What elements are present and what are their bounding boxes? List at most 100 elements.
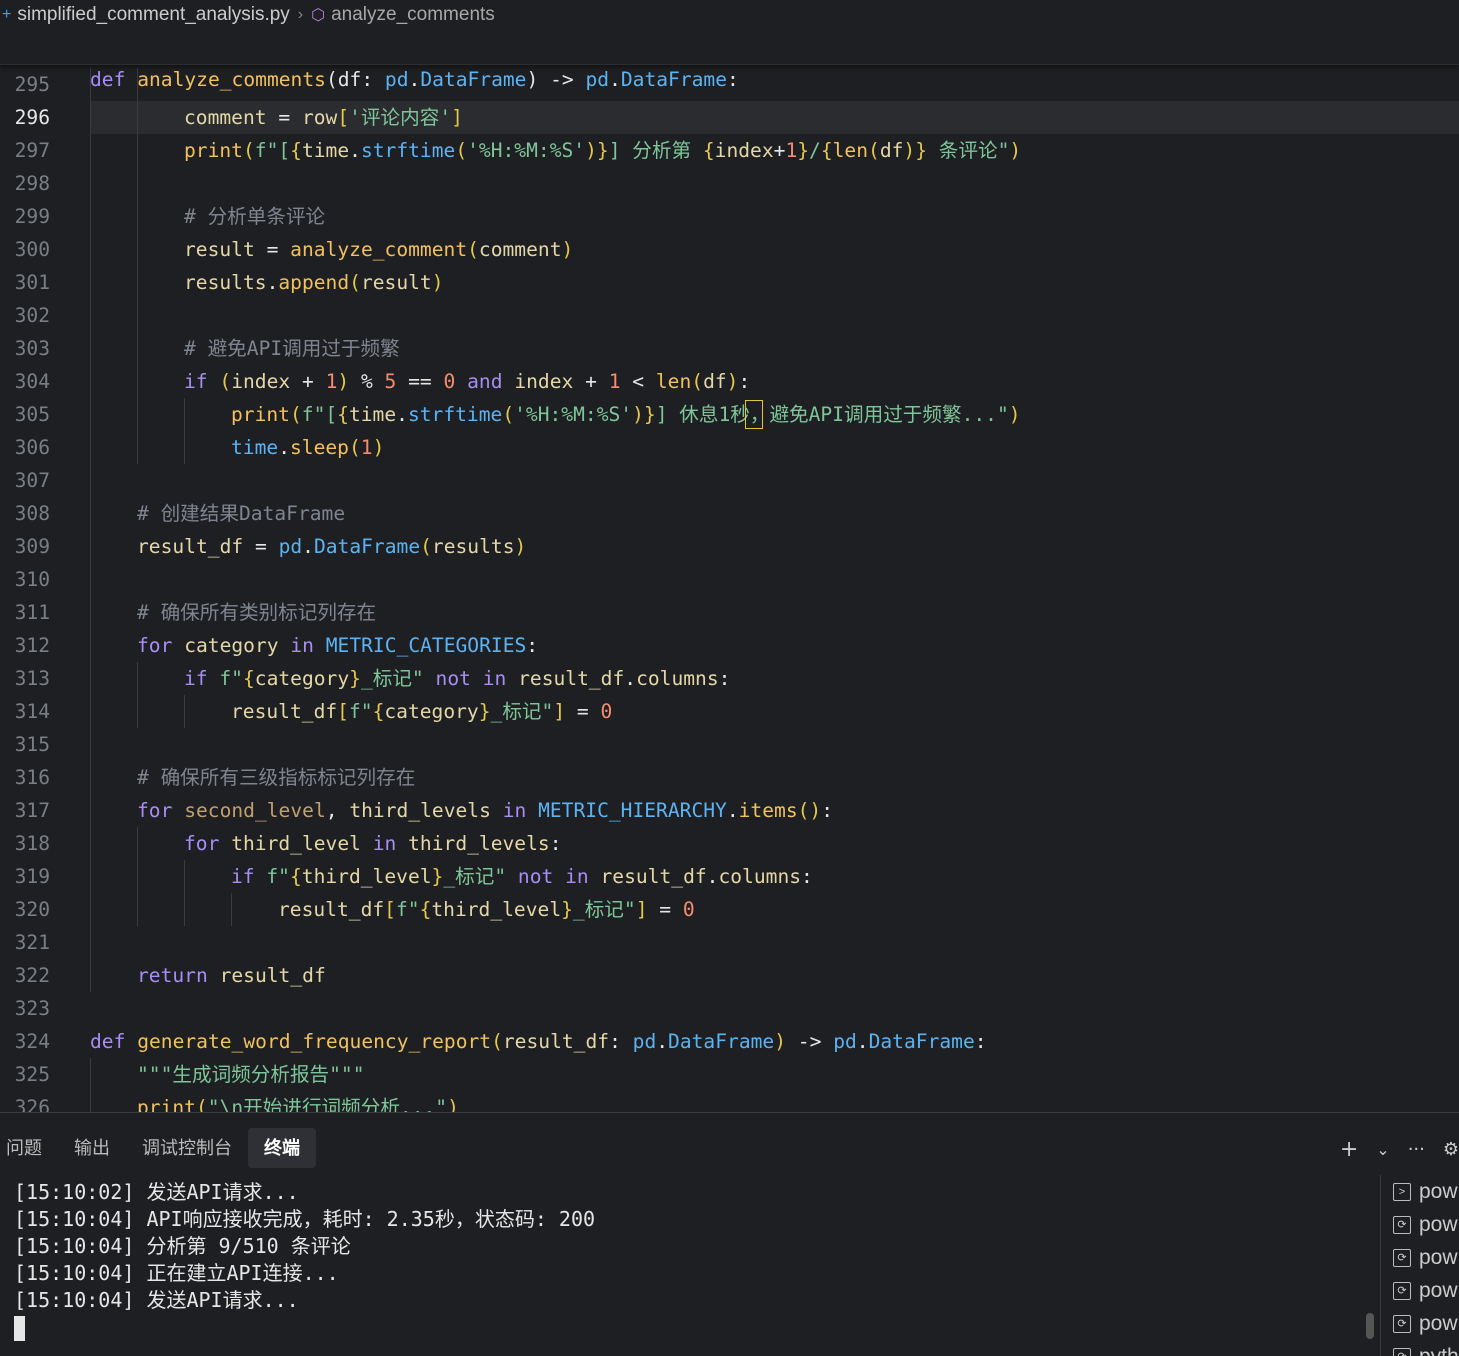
terminal-scrollbar[interactable] xyxy=(1366,1313,1374,1339)
code-line[interactable]: 312for category in METRIC_CATEGORIES: xyxy=(0,629,1459,662)
line-number[interactable]: 323 xyxy=(0,992,50,1025)
line-number[interactable]: 303 xyxy=(0,332,50,365)
code-line[interactable]: 316# 确保所有三级指标标记列存在 xyxy=(0,761,1459,794)
chevron-down-icon[interactable]: ⌄ xyxy=(1376,1140,1389,1159)
line-number[interactable]: 319 xyxy=(0,860,50,893)
line-number[interactable]: 322 xyxy=(0,959,50,992)
code-token: : xyxy=(801,865,813,888)
code-line[interactable]: 300result = analyze_comment(comment) xyxy=(0,233,1459,266)
code-line[interactable]: 304if (index + 1) % 5 == 0 and index + 1… xyxy=(0,365,1459,398)
terminal-list-item[interactable]: ⟳pyth xyxy=(1381,1340,1459,1356)
terminal-list-item[interactable]: >pow xyxy=(1381,1175,1459,1208)
code-line[interactable]: 303# 避免API调用过于频繁 xyxy=(0,332,1459,365)
code-line[interactable]: 322return result_df xyxy=(0,959,1459,992)
line-number[interactable]: 311 xyxy=(0,596,50,629)
sticky-sig: (df: xyxy=(326,68,385,91)
line-number[interactable]: 307 xyxy=(0,464,50,497)
terminal-output[interactable]: [15:10:02] 发送API请求...[15:10:04] API响应接收完… xyxy=(14,1179,1364,1341)
code-line[interactable]: 301 results.append(result) xyxy=(0,266,1459,299)
code-line[interactable]: 313if f"{category}_标记" not in result_df.… xyxy=(0,662,1459,695)
line-number[interactable]: 321 xyxy=(0,926,50,959)
code-line[interactable]: 323 xyxy=(0,992,1459,1025)
panel-tab[interactable]: 问题 xyxy=(0,1128,58,1168)
code-token: : xyxy=(738,370,750,393)
code-line[interactable]: 320result_df[f"{third_level}_标记"] = 0 xyxy=(0,893,1459,926)
sticky-sig: pd xyxy=(585,68,609,91)
terminal-list-item[interactable]: ⟳pow xyxy=(1381,1307,1459,1340)
line-number[interactable]: 325 xyxy=(0,1058,50,1091)
sticky-scroll-header[interactable]: def analyze_comments(df: pd.DataFrame) -… xyxy=(0,30,1459,65)
code-line[interactable]: 305print(f"[{time.strftime('%H:%M:%S')}]… xyxy=(0,398,1459,431)
code-line[interactable]: 310 xyxy=(0,563,1459,596)
breadcrumb-symbol[interactable]: analyze_comments xyxy=(331,4,495,26)
panel-tab[interactable]: 终端 xyxy=(248,1128,316,1168)
more-icon[interactable]: ··· xyxy=(1408,1139,1425,1160)
line-number[interactable]: 316 xyxy=(0,761,50,794)
line-number[interactable]: 301 xyxy=(0,266,50,299)
line-number[interactable]: 309 xyxy=(0,530,50,563)
sticky-sig: : xyxy=(727,68,739,91)
terminal-python-icon: ⟳ xyxy=(1393,1249,1411,1267)
panel-tab[interactable]: 输出 xyxy=(58,1128,126,1168)
add-terminal-icon[interactable]: + xyxy=(1340,1137,1358,1162)
code-line[interactable]: 325"""生成词频分析报告""" xyxy=(0,1058,1459,1091)
code-line[interactable]: 308# 创建结果DataFrame xyxy=(0,497,1459,530)
code-line[interactable]: 319if f"{third_level}_标记" not in result_… xyxy=(0,860,1459,893)
code-line[interactable]: 302 xyxy=(0,299,1459,332)
line-number[interactable]: 302 xyxy=(0,299,50,332)
code-token: . xyxy=(656,1030,668,1053)
line-number[interactable]: 297 xyxy=(0,134,50,167)
code-line[interactable]: 321 xyxy=(0,926,1459,959)
code-editor[interactable]: 295296comment = row['评论内容']297print(f"[{… xyxy=(0,64,1459,1112)
line-number[interactable]: 313 xyxy=(0,662,50,695)
line-number[interactable]: 310 xyxy=(0,563,50,596)
code-line[interactable]: 315 xyxy=(0,728,1459,761)
code-token: if xyxy=(231,865,255,888)
code-line[interactable]: 311# 确保所有类别标记列存在 xyxy=(0,596,1459,629)
line-number[interactable]: 326 xyxy=(0,1091,50,1112)
line-number[interactable]: 320 xyxy=(0,893,50,926)
indent-guide xyxy=(90,860,91,893)
code-line[interactable]: 318for third_level in third_levels: xyxy=(0,827,1459,860)
breadcrumb-file[interactable]: simplified_comment_analysis.py xyxy=(17,4,289,26)
code-token: time xyxy=(302,139,349,162)
code-token: result_df xyxy=(220,964,326,987)
code-text: results.append(result) xyxy=(184,266,444,299)
code-line[interactable]: 299# 分析单条评论 xyxy=(0,200,1459,233)
code-line[interactable]: 317for second_level, third_levels in MET… xyxy=(0,794,1459,827)
terminal-list-item[interactable]: ⟳pow xyxy=(1381,1241,1459,1274)
line-number[interactable]: 317 xyxy=(0,794,50,827)
line-number[interactable]: 299 xyxy=(0,200,50,233)
code-text: print(f"[{time.strftime('%H:%M:%S')}] 分析… xyxy=(184,134,1021,167)
code-token: { xyxy=(821,139,833,162)
code-line[interactable]: 324def generate_word_frequency_report(re… xyxy=(0,1025,1459,1058)
code-line[interactable]: 307 xyxy=(0,464,1459,497)
code-line[interactable]: 326print("\n开始进行词频分析...") xyxy=(0,1091,1459,1112)
line-number[interactable]: 305 xyxy=(0,398,50,431)
code-token: ) xyxy=(562,238,574,261)
code-token: result_df xyxy=(503,1030,609,1053)
settings-icon[interactable]: ⚙ xyxy=(1443,1139,1459,1160)
line-number[interactable]: 318 xyxy=(0,827,50,860)
code-line[interactable]: 296comment = row['评论内容'] xyxy=(0,101,1459,134)
code-token: in xyxy=(503,799,527,822)
code-line[interactable]: 306time.sleep(1) xyxy=(0,431,1459,464)
terminal-list-item[interactable]: ⟳pow xyxy=(1381,1208,1459,1241)
line-number[interactable]: 312 xyxy=(0,629,50,662)
line-number[interactable]: 314 xyxy=(0,695,50,728)
terminal-list-item[interactable]: ⟳pow xyxy=(1381,1274,1459,1307)
line-number[interactable]: 298 xyxy=(0,167,50,200)
code-token: . xyxy=(267,271,279,294)
line-number[interactable]: 315 xyxy=(0,728,50,761)
panel-tab[interactable]: 调试控制台 xyxy=(126,1128,248,1168)
code-line[interactable]: 297print(f"[{time.strftime('%H:%M:%S')}]… xyxy=(0,134,1459,167)
code-line[interactable]: 309result_df = pd.DataFrame(results) xyxy=(0,530,1459,563)
line-number[interactable]: 304 xyxy=(0,365,50,398)
line-number[interactable]: 324 xyxy=(0,1025,50,1058)
code-line[interactable]: 298 xyxy=(0,167,1459,200)
line-number[interactable]: 308 xyxy=(0,497,50,530)
code-token: pd xyxy=(633,1030,657,1053)
line-number[interactable]: 306 xyxy=(0,431,50,464)
code-line[interactable]: 314result_df[f"{category}_标记"] = 0 xyxy=(0,695,1459,728)
line-number[interactable]: 300 xyxy=(0,233,50,266)
